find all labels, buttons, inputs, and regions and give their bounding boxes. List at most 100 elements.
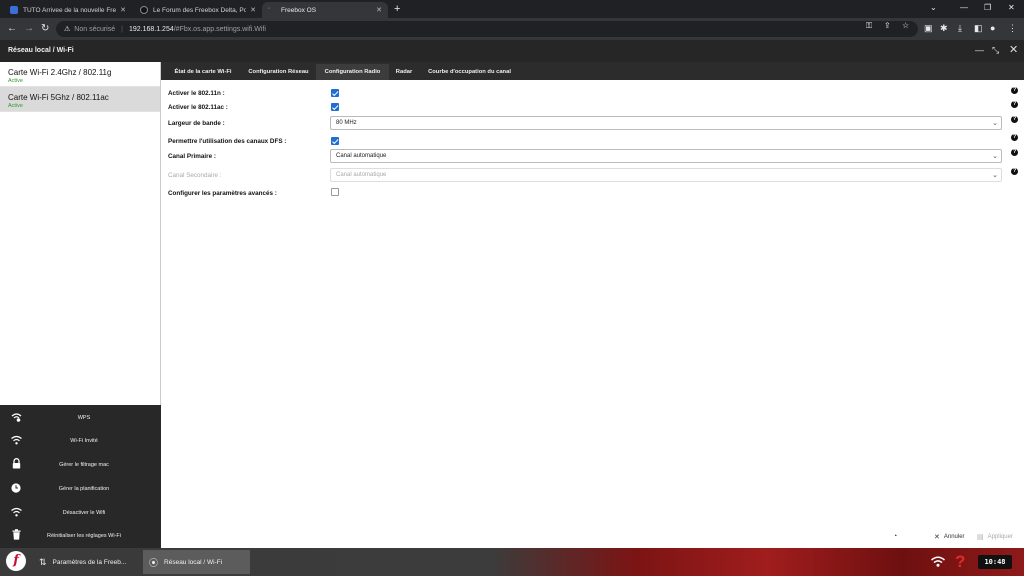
- help-icon[interactable]: ?: [1011, 101, 1018, 108]
- action-label: Gérer la planification: [58, 485, 110, 492]
- address-bar[interactable]: ⚠ Non sécurisé | 192.168.1.254 /#Fbx.os.…: [56, 21, 918, 37]
- ok-button-icon-holder: ◔: [893, 533, 901, 540]
- insecure-label: Non sécurisé: [74, 25, 116, 33]
- share-icon[interactable]: ⇪: [884, 21, 891, 30]
- close-icon: ✕: [934, 534, 940, 541]
- help-icon[interactable]: ?: [1011, 168, 1018, 175]
- window-close-icon[interactable]: ✕: [1009, 43, 1018, 56]
- reload-icon[interactable]: ↻: [41, 23, 49, 35]
- secondary-channel-select: Canal automatique ⌄: [330, 168, 1002, 182]
- enable-80211n-checkbox[interactable]: [331, 89, 339, 97]
- mac-filter-button[interactable]: Gérer le filtrage mac: [0, 453, 161, 476]
- reset-wifi-button[interactable]: Réinitialiser les réglages Wi-Fi: [0, 524, 161, 547]
- browser-tab-title: Le Forum des Freebox Delta, Pop: [153, 6, 247, 14]
- dfs-checkbox[interactable]: [331, 137, 339, 145]
- advanced-settings-label: Configurer les paramètres avancés :: [168, 190, 277, 197]
- primary-channel-label: Canal Primaire :: [168, 153, 216, 160]
- action-label: Gérer le filtrage mac: [59, 461, 109, 468]
- enable-80211ac-checkbox[interactable]: [331, 103, 339, 111]
- wifi-card-5ghz[interactable]: Carte Wi-Fi 5Ghz / 802.11ac Active: [0, 87, 160, 112]
- wps-button[interactable]: WPS: [0, 406, 161, 429]
- enable-80211n-label: Activer le 802.11n :: [168, 90, 225, 97]
- browser-tab-title: TUTO Arrivee de la nouvelle Freeb: [23, 6, 117, 14]
- minimize-icon[interactable]: —: [960, 3, 968, 12]
- guest-wifi-button[interactable]: Wi-Fi Invité: [0, 429, 161, 452]
- profile-icon[interactable]: ●: [990, 23, 995, 33]
- forum-favicon-icon: [140, 6, 148, 14]
- menu-icon[interactable]: ⋮: [1008, 23, 1017, 33]
- restore-icon[interactable]: ❐: [984, 3, 991, 12]
- cancel-button[interactable]: ✕ Annuler: [934, 533, 965, 541]
- apply-label: Appliquer: [987, 534, 1013, 540]
- help-icon[interactable]: ?: [1011, 87, 1018, 94]
- secondary-channel-value: Canal automatique: [336, 172, 387, 178]
- url-host: 192.168.1.254: [128, 25, 174, 33]
- tray-wifi-icon[interactable]: [931, 556, 945, 570]
- wifi-card-24ghz[interactable]: Carte Wi-Fi 2.4Ghz / 802.11g Active: [0, 62, 160, 87]
- browser-tab-title: Freebox OS: [281, 6, 317, 14]
- tab-channel-occupancy[interactable]: Courbe d'occupation du canal: [419, 64, 520, 80]
- action-label: WPS: [77, 414, 91, 421]
- browser-tab-forum[interactable]: Le Forum des Freebox Delta, Pop ✕: [134, 2, 262, 18]
- browser-tab-freebox-os[interactable]: ◦ Freebox OS ✕: [262, 2, 388, 18]
- puzzle-icon[interactable]: ✱: [940, 23, 948, 33]
- close-icon[interactable]: ✕: [120, 6, 126, 14]
- cancel-label: Annuler: [943, 534, 965, 540]
- network-icon: ⦿: [149, 557, 159, 568]
- back-icon[interactable]: ←: [7, 23, 17, 35]
- wifi-card-list: Carte Wi-Fi 2.4Ghz / 802.11g Active Cart…: [0, 62, 161, 405]
- window-title: Réseau local / Wi-Fi: [8, 47, 74, 54]
- browser-toolbar: ← → ↻ ⚠ Non sécurisé | 192.168.1.254 /#F…: [0, 18, 1024, 40]
- url-path: /#Fbx.os.app.settings.wifi.Wifi: [173, 25, 266, 33]
- address-separator: |: [121, 25, 123, 33]
- tab-radio-config[interactable]: Configuration Radio: [316, 64, 389, 80]
- radio-config-panel: État de la carte Wi-Fi Configuration Rés…: [161, 62, 1024, 548]
- primary-channel-value: Canal automatique: [336, 153, 387, 159]
- tab-network-config[interactable]: Configuration Réseau: [241, 64, 316, 80]
- freebox-logo-icon[interactable]: f: [6, 551, 26, 571]
- taskbar-item-label: Paramètres de la Freeb...: [52, 558, 127, 566]
- close-icon[interactable]: ✕: [250, 6, 256, 14]
- window-minimize-icon[interactable]: —: [975, 45, 984, 55]
- window-titlebar: Réseau local / Wi-Fi — ⤡ ✕: [0, 40, 1024, 62]
- new-tab-icon[interactable]: +: [394, 3, 400, 15]
- taskbar-item-label: Réseau local / Wi-Fi: [164, 558, 223, 566]
- forward-icon[interactable]: →: [24, 23, 34, 35]
- forum-favicon-icon: [10, 6, 18, 14]
- bandwidth-select[interactable]: 80 MHz ⌄: [330, 116, 1002, 130]
- advanced-settings-checkbox[interactable]: [331, 188, 339, 196]
- freebox-favicon-icon: ◦: [268, 6, 271, 12]
- enable-80211ac-label: Activer le 802.11ac :: [168, 104, 228, 111]
- close-window-icon[interactable]: ✕: [1008, 3, 1015, 12]
- help-icon[interactable]: ?: [1011, 116, 1018, 123]
- taskbar-item-settings[interactable]: ⇅ Paramètres de la Freeb...: [33, 550, 141, 574]
- schedule-button[interactable]: Gérer la planification: [0, 477, 161, 500]
- warning-icon[interactable]: ⚠: [64, 25, 70, 33]
- save-icon: ▤: [977, 534, 984, 541]
- ok-icon: ◔: [893, 533, 898, 540]
- help-icon[interactable]: ?: [1011, 149, 1018, 156]
- card-name: Carte Wi-Fi 5Ghz / 802.11ac: [8, 93, 109, 102]
- bookmark-star-icon[interactable]: ☆: [902, 21, 909, 30]
- tab-radar[interactable]: Radar: [389, 64, 419, 80]
- help-icon[interactable]: ?: [1011, 134, 1018, 141]
- window-maximize-icon[interactable]: ⤡: [992, 45, 999, 56]
- browser-tab-tuto[interactable]: TUTO Arrivee de la nouvelle Freeb ✕: [4, 2, 132, 18]
- bandwidth-value: 80 MHz: [336, 120, 357, 126]
- card-name: Carte Wi-Fi 2.4Ghz / 802.11g: [8, 68, 112, 77]
- card-status: Active: [8, 103, 23, 109]
- settings-sliders-icon: ⇅: [39, 556, 47, 567]
- tab-card-status[interactable]: État de la carte Wi-Fi: [165, 64, 241, 80]
- tab-search-icon[interactable]: ⌄: [930, 3, 937, 12]
- disable-wifi-button[interactable]: Désactiver le Wifi: [0, 501, 161, 524]
- taskbar-item-wifi[interactable]: ⦿ Réseau local / Wi-Fi: [143, 550, 250, 574]
- close-icon[interactable]: ✕: [376, 6, 382, 14]
- extension-icon[interactable]: ▣: [924, 23, 933, 33]
- primary-channel-select[interactable]: Canal automatique ⌄: [330, 149, 1002, 163]
- taskbar-clock: 10:48: [978, 555, 1012, 569]
- side-panel-icon[interactable]: ◧: [974, 23, 983, 33]
- action-label: Wi-Fi Invité: [70, 437, 98, 444]
- key-icon[interactable]: ⚿: [866, 21, 872, 31]
- download-icon[interactable]: ⤓: [958, 23, 962, 33]
- tray-help-icon[interactable]: ?: [955, 552, 965, 572]
